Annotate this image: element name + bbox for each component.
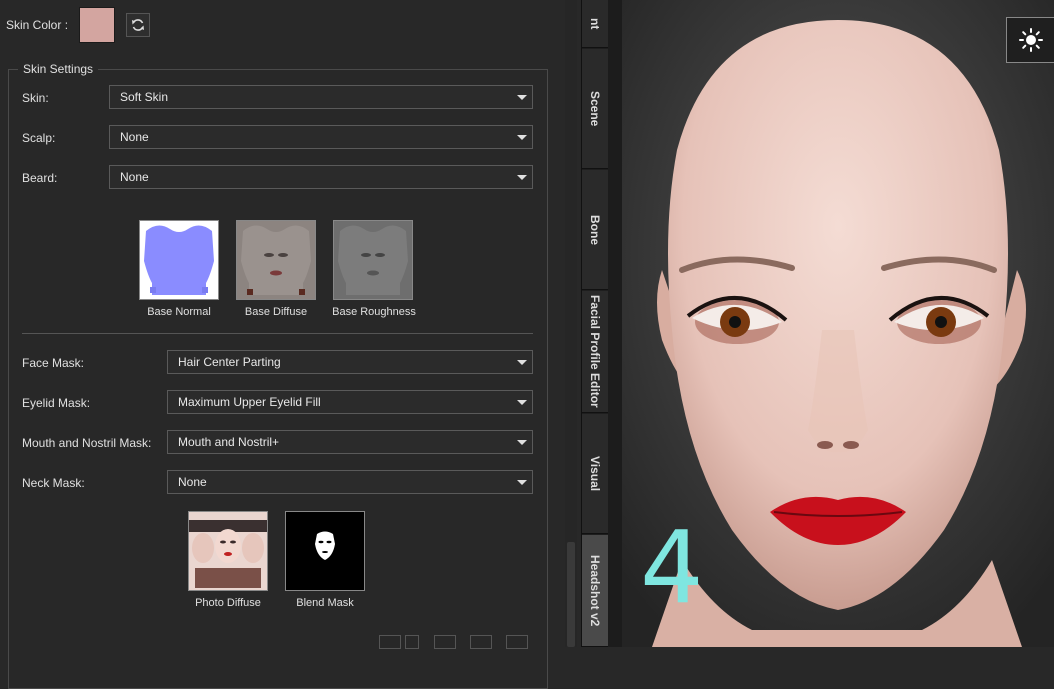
skin-settings-title: Skin Settings bbox=[18, 62, 99, 76]
base-normal-label: Base Normal bbox=[147, 306, 211, 318]
tab-headshot-v2[interactable]: Headshot v2 bbox=[582, 535, 608, 647]
tab-facial-profile-editor[interactable]: Facial Profile Editor bbox=[582, 291, 608, 413]
skin-settings-group bbox=[8, 69, 548, 689]
lighting-button[interactable] bbox=[1006, 17, 1054, 63]
scalp-dropdown-value: None bbox=[120, 130, 149, 144]
face-mask-value: Hair Center Parting bbox=[178, 355, 281, 369]
beard-dropdown-value: None bbox=[120, 170, 149, 184]
skin-dropdown[interactable]: Soft Skin bbox=[109, 85, 533, 109]
panel-scrollbar-thumb[interactable] bbox=[567, 542, 575, 647]
mouth-mask-dropdown[interactable]: Mouth and Nostril+ bbox=[167, 430, 533, 454]
scalp-label: Scalp: bbox=[22, 131, 56, 145]
chevron-down-icon bbox=[517, 440, 527, 445]
tab-label: Visual bbox=[588, 455, 602, 492]
tab-label: Scene bbox=[588, 90, 602, 127]
base-diffuse-label: Base Diffuse bbox=[244, 306, 308, 318]
chevron-down-icon bbox=[517, 400, 527, 405]
skin-dropdown-value: Soft Skin bbox=[120, 90, 169, 104]
tab-partial[interactable]: nt bbox=[582, 0, 608, 48]
sun-icon bbox=[1018, 28, 1043, 52]
beard-label: Beard: bbox=[22, 171, 58, 185]
tab-label: Bone bbox=[588, 214, 602, 245]
refresh-icon bbox=[132, 19, 144, 31]
photo-diffuse-label: Photo Diffuse bbox=[195, 597, 261, 609]
section-divider bbox=[22, 333, 533, 334]
chevron-down-icon bbox=[517, 480, 527, 485]
base-diffuse-thumbnail[interactable] bbox=[236, 220, 316, 300]
base-roughness-label: Base Roughness bbox=[332, 306, 416, 318]
skin-color-label: Skin Color : bbox=[6, 18, 69, 32]
beard-dropdown[interactable]: None bbox=[109, 165, 533, 189]
tab-label: nt bbox=[588, 17, 602, 30]
scalp-dropdown[interactable]: None bbox=[109, 125, 533, 149]
neck-mask-label: Neck Mask: bbox=[22, 476, 85, 490]
mouth-mask-value: Mouth and Nostril+ bbox=[178, 435, 280, 449]
splitter[interactable] bbox=[608, 0, 622, 647]
skin-label: Skin: bbox=[22, 91, 49, 105]
tab-bone[interactable]: Bone bbox=[582, 170, 608, 290]
blend-mask-label: Blend Mask bbox=[296, 597, 354, 609]
eyelid-mask-dropdown[interactable]: Maximum Upper Eyelid Fill bbox=[167, 390, 533, 414]
neck-mask-value: None bbox=[178, 475, 207, 489]
photo-diffuse-thumbnail[interactable] bbox=[188, 511, 268, 591]
skin-panel: Skin Color : Skin Settings Skin: Soft Sk… bbox=[0, 0, 562, 689]
eyelid-mask-value: Maximum Upper Eyelid Fill bbox=[178, 395, 321, 409]
side-tab-bar: nt Scene Bone Facial Profile Editor Visu… bbox=[581, 0, 608, 647]
face-mask-dropdown[interactable]: Hair Center Parting bbox=[167, 350, 533, 374]
chevron-down-icon bbox=[517, 175, 527, 180]
blend-mask-thumbnail[interactable] bbox=[285, 511, 365, 591]
chevron-down-icon bbox=[517, 135, 527, 140]
chevron-down-icon bbox=[517, 360, 527, 365]
tab-visual[interactable]: Visual bbox=[582, 414, 608, 534]
base-roughness-thumbnail[interactable] bbox=[333, 220, 413, 300]
eyelid-mask-label: Eyelid Mask: bbox=[22, 396, 91, 410]
mouth-mask-label: Mouth and Nostril Mask: bbox=[22, 436, 152, 450]
base-normal-thumbnail[interactable] bbox=[139, 220, 219, 300]
reset-color-button[interactable] bbox=[126, 13, 150, 37]
face-mask-label: Face Mask: bbox=[22, 356, 85, 370]
tab-scene[interactable]: Scene bbox=[582, 49, 608, 169]
tab-label: Headshot v2 bbox=[588, 554, 602, 627]
neck-mask-dropdown[interactable]: None bbox=[167, 470, 533, 494]
overlay-number: 4 bbox=[640, 509, 704, 626]
chevron-down-icon bbox=[517, 95, 527, 100]
skin-color-swatch[interactable] bbox=[79, 7, 115, 43]
tab-label: Facial Profile Editor bbox=[588, 295, 602, 408]
